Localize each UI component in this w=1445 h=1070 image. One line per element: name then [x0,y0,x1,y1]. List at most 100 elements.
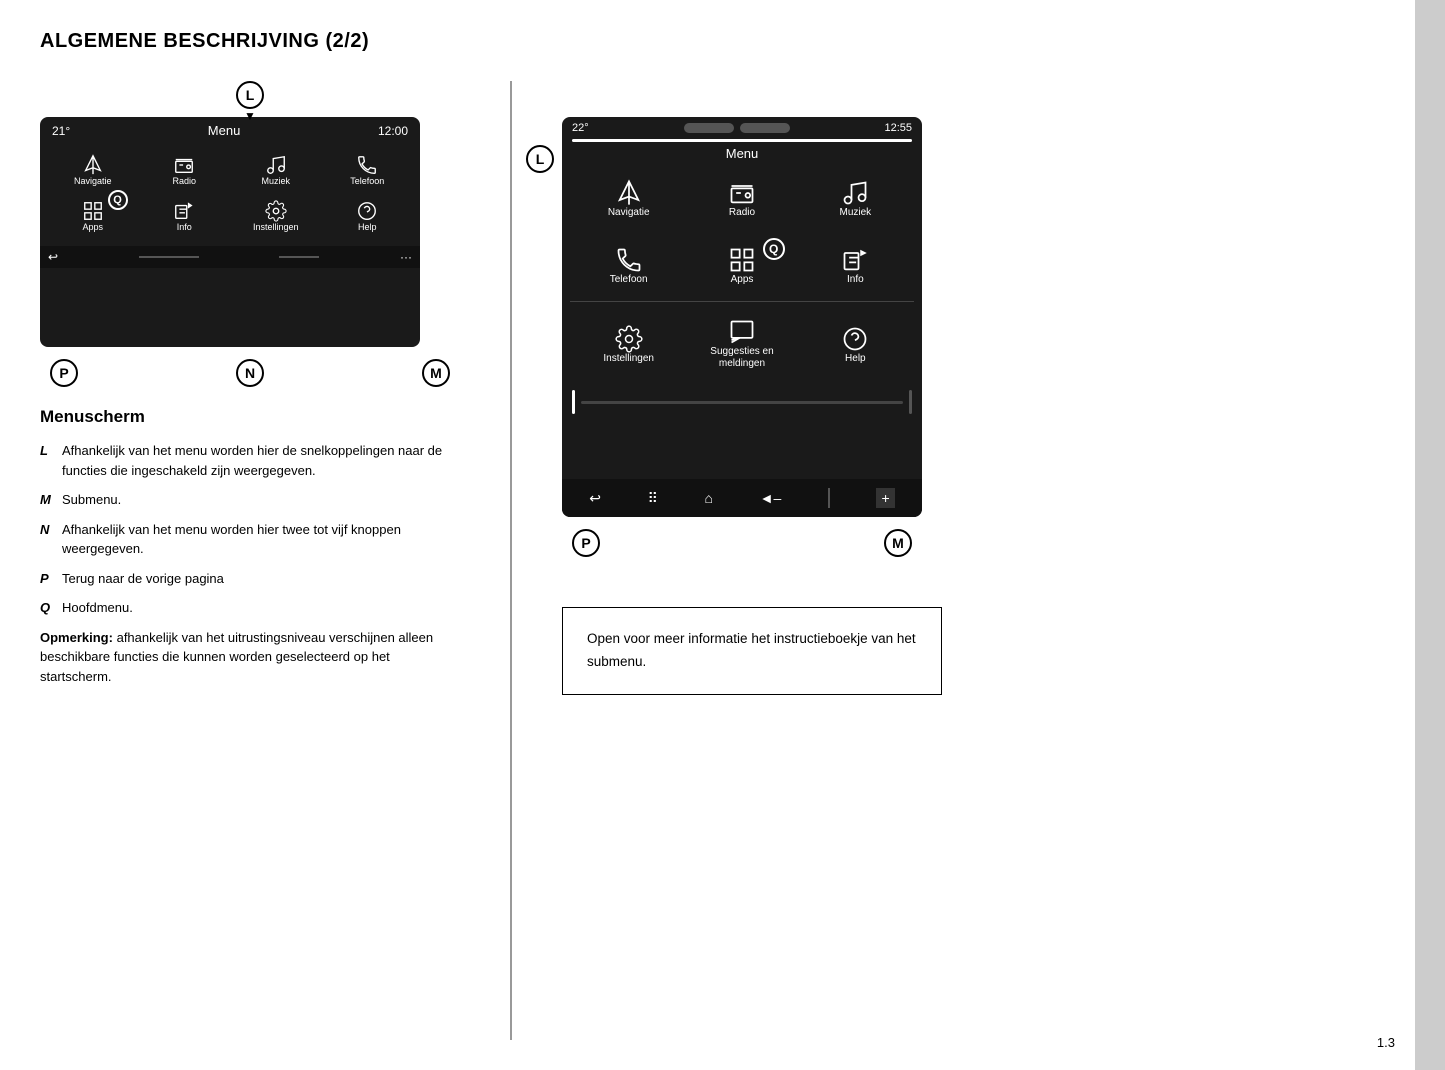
telefoon-label-large: Telefoon [610,274,648,285]
screen-menu-label-left: Menu [70,123,378,138]
small-nav-item[interactable]: Navigatie [48,148,138,192]
info-box: Open voor meer informatie het instructie… [562,607,942,695]
screen-temp-left: 21° [52,124,70,138]
m-label-left: M [422,359,450,387]
footer-divider2-small [279,256,319,258]
progress-line [572,390,575,414]
radio-label-small: Radio [172,176,196,186]
radio-icon-small [173,154,195,176]
small-muziek-item[interactable]: Muziek [231,148,321,192]
large-icons-row3: Instellingen Suggesties enmeldingen [562,304,922,384]
pill-1 [684,123,734,133]
screen-temp-right: 22° [572,122,589,134]
help-label-small: Help [358,222,377,232]
footer-sep [828,488,830,508]
muziek-label-large: Muziek [839,207,871,218]
description-section: Menuscherm L Afhankelijk van het menu wo… [40,407,460,686]
large-instellingen-item[interactable]: Instellingen [572,308,685,380]
footer-back-small[interactable]: ↩ [48,250,58,264]
desc-text-m: Submenu. [62,490,460,510]
vertical-divider [510,81,512,1040]
footer-dots-small[interactable]: ··· [400,250,412,264]
large-help-item[interactable]: Help [799,308,912,380]
large-screen-bottom-labels: P M [562,529,922,557]
n-label-left: N [236,359,264,387]
q-badge-small: Q [108,190,128,210]
desc-item-m: M Submenu. [40,490,460,510]
l-label-large-screen: L [526,145,554,173]
pill-2 [740,123,790,133]
desc-key-l: L [40,441,54,480]
header-pills [684,123,790,133]
menu-label-large: Menu [562,146,922,161]
phone-icon-large [615,246,643,274]
settings-icon-small [265,200,287,222]
footer-vol-down-large[interactable]: ◄– [760,490,782,506]
small-apps-item[interactable]: Apps Q [48,194,138,238]
footer-back-large[interactable]: ↩ [589,490,601,507]
small-radio-item[interactable]: Radio [140,148,230,192]
telefoon-label-small: Telefoon [350,176,384,186]
l-indicator-line [572,139,912,142]
help-icon-small [356,200,378,222]
large-nav-item[interactable]: Navigatie [572,169,685,228]
desc-item-p: P Terug naar de vorige pagina [40,569,460,589]
small-instellingen-item[interactable]: Instellingen [231,194,321,238]
nav-label-large: Navigatie [608,207,650,218]
screen-time-left: 12:00 [378,124,408,138]
right-screen-wrapper: L 22° 12:55 [562,117,1375,557]
small-info-item[interactable]: Info [140,194,230,238]
footer-vol-up-large[interactable]: + [876,488,894,508]
suggesties-label-large: Suggesties enmeldingen [710,346,773,370]
desc-key-m: M [40,490,54,510]
small-telefoon-item[interactable]: Telefoon [323,148,413,192]
screen-large-header: 22° 12:55 [562,117,922,139]
left-car-screen: 21° Menu 12:00 Navigatie [40,117,420,347]
opmerking-label: Opmerking: [40,630,113,645]
screen-small-header: 21° Menu 12:00 [40,117,420,144]
large-info-item[interactable]: Info [799,236,912,295]
progress-bar [581,401,903,404]
desc-key-q: Q [40,598,54,618]
footer-divider-small [139,256,199,258]
info-icon-large [841,246,869,274]
desc-item-l: L Afhankelijk van het menu worden hier d… [40,441,460,480]
progress-end [909,390,912,414]
info-box-text: Open voor meer informatie het instructie… [587,631,916,669]
desc-item-n: N Afhankelijk van het menu worden hier t… [40,520,460,559]
settings-icon-large [615,325,643,353]
help-icon-large [841,325,869,353]
footer-apps-large[interactable]: ⠿ [648,490,658,507]
instellingen-label-small: Instellingen [253,222,299,232]
right-sidebar [1415,0,1445,1070]
suggestions-icon-large [728,318,756,346]
page-title: ALGEMENE BESCHRIJVING (2/2) [40,30,1375,53]
large-icons-row2: Telefoon Apps Q [562,232,922,299]
music-icon-small [265,154,287,176]
large-radio-item[interactable]: Radio [685,169,798,228]
info-icon-small [173,200,195,222]
help-label-large: Help [845,353,866,364]
p-label-left: P [50,359,78,387]
footer-home-large[interactable]: ⌂ [705,490,713,506]
large-muziek-item[interactable]: Muziek [799,169,912,228]
info-label-large: Info [847,274,864,285]
screen-progress-area [562,386,922,418]
small-screen-icons-grid: Navigatie Radio [40,144,420,242]
section-title: Menuscherm [40,407,460,427]
apps-label-large: Apps [731,274,754,285]
small-help-item[interactable]: Help [323,194,413,238]
radio-label-large: Radio [729,207,755,218]
desc-text-q: Hoofdmenu. [62,598,460,618]
large-apps-item[interactable]: Apps Q [685,236,798,295]
large-icons-row1: Navigatie Radio [562,165,922,232]
instellingen-label-large: Instellingen [603,353,654,364]
large-telefoon-item[interactable]: Telefoon [572,236,685,295]
nav-label-small: Navigatie [74,176,112,186]
apps-icon-large [728,246,756,274]
desc-item-q: Q Hoofdmenu. [40,598,460,618]
large-screen-footer: ↩ ⠿ ⌂ ◄– + [562,479,922,517]
l-label-small-screen: L [236,81,264,109]
page-number: 1.3 [1377,1035,1395,1050]
large-suggesties-item[interactable]: Suggesties enmeldingen [685,308,798,380]
